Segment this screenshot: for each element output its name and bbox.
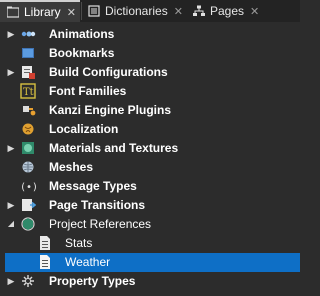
tab-library-label: Library (24, 5, 61, 19)
tree-item-label: Page Transitions (49, 198, 146, 212)
tree-item-font-families[interactable]: Tt Font Families (0, 82, 300, 101)
localization-icon (20, 121, 36, 137)
tree-item-message-types[interactable]: (•) Message Types (0, 177, 300, 196)
close-icon[interactable]: ✕ (174, 5, 183, 18)
tree-item-animations[interactable]: ▶ Animations (0, 25, 300, 44)
tree-item-meshes[interactable]: Meshes (0, 158, 300, 177)
expand-arrow-icon[interactable]: ▶ (6, 200, 16, 210)
tree-item-label: Kanzi Engine Plugins (49, 103, 172, 117)
tab-divider (81, 2, 82, 20)
svg-text:Tt: Tt (23, 87, 34, 98)
kanzi-engine-plugins-icon (20, 102, 36, 118)
close-icon[interactable]: ✕ (250, 5, 259, 18)
pages-icon (193, 5, 205, 17)
tree-item-label: Localization (49, 122, 119, 136)
tab-pages-label: Pages (210, 4, 245, 18)
tab-library[interactable]: Library ✕ (0, 0, 80, 22)
expand-arrow-icon[interactable]: ▶ (6, 29, 16, 39)
tree-item-label: Message Types (49, 179, 137, 193)
tree-item-kanzi-engine-plugins[interactable]: Kanzi Engine Plugins (0, 101, 300, 120)
project-references-icon (20, 216, 36, 232)
tree-item-project-references[interactable]: ◢ Project References (0, 215, 300, 234)
materials-and-textures-icon (20, 140, 36, 156)
library-icon (7, 6, 19, 18)
tree-item-label: Weather (65, 255, 111, 269)
expand-arrow-icon[interactable]: ▶ (6, 276, 16, 286)
build-configurations-icon (20, 64, 36, 80)
animations-icon (20, 26, 36, 42)
tree-item-label: Build Configurations (49, 65, 168, 79)
tree-item-label: Property Types (49, 274, 136, 288)
tree-item-localization[interactable]: Localization (0, 120, 300, 139)
tree-item-stats[interactable]: Stats (0, 234, 300, 253)
document-icon (37, 235, 53, 251)
bookmarks-icon (20, 45, 36, 61)
tree-item-page-transitions[interactable]: ▶ Page Transitions (0, 196, 300, 215)
property-types-icon (20, 273, 36, 289)
tree-item-label: Project References (49, 217, 152, 231)
expand-arrow-icon[interactable]: ▶ (6, 143, 16, 153)
tree-item-label: Font Families (49, 84, 127, 98)
tree-item-weather[interactable]: Weather (5, 253, 300, 272)
tree-item-materials-and-textures[interactable]: ▶ Materials and Textures (0, 139, 300, 158)
tab-bar: Library ✕ Dictionaries ✕ Pages ✕ (0, 0, 300, 22)
collapse-arrow-icon[interactable]: ◢ (6, 219, 16, 229)
tree-item-label: Materials and Textures (49, 141, 179, 155)
document-icon (37, 254, 53, 270)
font-families-icon: Tt (20, 83, 36, 99)
tab-dictionaries-label: Dictionaries (105, 4, 168, 18)
tab-dictionaries[interactable]: Dictionaries ✕ (83, 0, 183, 22)
tree-item-label: Meshes (49, 160, 94, 174)
tab-pages[interactable]: Pages ✕ (188, 0, 268, 22)
meshes-icon (20, 159, 36, 175)
tree-item-build-configurations[interactable]: ▶ Build Configurations (0, 63, 300, 82)
svg-text:(•): (•) (20, 182, 36, 193)
tree-item-label: Stats (65, 236, 93, 250)
page-transitions-icon (20, 197, 36, 213)
dictionaries-icon (88, 5, 100, 17)
tree-item-label: Animations (49, 27, 115, 41)
tree-item-property-types[interactable]: ▶ Property Types (0, 272, 300, 291)
tree-item-label: Bookmarks (49, 46, 115, 60)
close-icon[interactable]: ✕ (67, 6, 76, 19)
message-types-icon: (•) (20, 178, 36, 194)
expand-arrow-icon[interactable]: ▶ (6, 67, 16, 77)
tree-item-bookmarks[interactable]: Bookmarks (0, 44, 300, 63)
